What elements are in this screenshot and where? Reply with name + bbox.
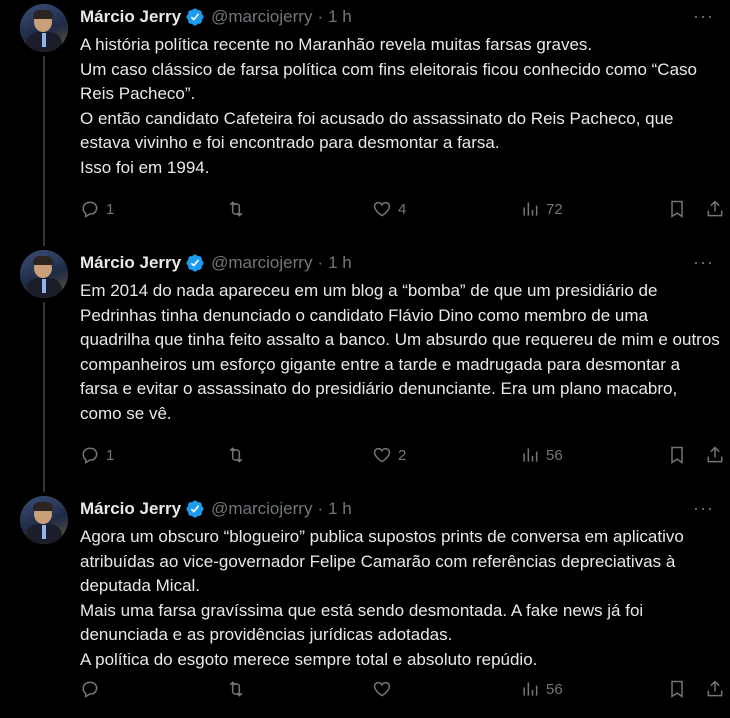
reply-icon <box>82 447 98 464</box>
separator-dot: · <box>317 499 324 518</box>
tweet-actions: 56 <box>80 678 730 700</box>
tweet-text: Agora um obscuro “blogueiro” publica sup… <box>80 525 720 672</box>
tweet-text: A história política recente no Maranhão … <box>80 33 720 180</box>
tweet-header: Márcio Jerry @marciojerry · 1 h ··· <box>80 6 718 28</box>
thread-line <box>43 302 45 492</box>
tweet-paragraph: O então candidato Cafeteira foi acusado … <box>80 108 674 153</box>
more-options-icon[interactable]: ··· <box>693 498 714 519</box>
like-button[interactable]: 2 <box>372 445 406 465</box>
tweet-actions: 1 2 56 <box>80 444 730 466</box>
reply-count: 1 <box>106 446 115 464</box>
like-button[interactable] <box>372 679 398 699</box>
retweet-button[interactable] <box>226 679 252 699</box>
avatar[interactable] <box>20 250 68 298</box>
heart-icon <box>373 681 391 697</box>
tweet-header: Márcio Jerry @marciojerry · 1 h ··· <box>80 252 718 274</box>
share-button[interactable] <box>705 679 725 699</box>
author-name[interactable]: Márcio Jerry <box>80 253 181 273</box>
tweet-paragraph: Em 2014 do nada apareceu em um blog a “b… <box>80 281 720 423</box>
share-button[interactable] <box>705 445 725 465</box>
reply-count: 1 <box>106 200 115 218</box>
tweet[interactable]: Márcio Jerry @marciojerry · 1 h ··· Em 2… <box>0 246 730 492</box>
reply-button[interactable]: 1 <box>80 199 114 219</box>
share-icon <box>707 446 723 463</box>
views-icon <box>523 202 538 216</box>
share-icon <box>707 680 723 697</box>
reply-button[interactable] <box>80 679 106 699</box>
bookmark-button[interactable] <box>667 445 687 465</box>
share-icon <box>707 200 723 217</box>
views-icon <box>523 448 538 462</box>
author-name[interactable]: Márcio Jerry <box>80 7 181 27</box>
tweet-paragraph: Mais uma farsa gravíssima que está sendo… <box>80 600 644 645</box>
retweet-button[interactable] <box>226 445 252 465</box>
bookmark-button[interactable] <box>667 679 687 699</box>
author-handle[interactable]: @marciojerry <box>211 7 312 27</box>
like-count: 2 <box>398 446 407 464</box>
tweet[interactable]: Márcio Jerry @marciojerry · 1 h ··· A hi… <box>0 0 730 246</box>
bookmark-icon <box>671 200 683 218</box>
tweet-paragraph: A política do esgoto merece sempre total… <box>80 649 538 669</box>
views-icon <box>523 682 538 696</box>
reply-icon <box>82 201 98 218</box>
separator-dot: · <box>317 253 324 272</box>
tweet-paragraph: Um caso clássico de farsa política com f… <box>80 59 697 104</box>
avatar[interactable] <box>20 4 68 52</box>
more-options-icon[interactable]: ··· <box>693 252 714 273</box>
views-count: 56 <box>546 680 563 698</box>
views-button[interactable]: 56 <box>520 679 563 699</box>
heart-icon <box>373 447 391 463</box>
views-count: 56 <box>546 446 563 464</box>
retweet-button[interactable] <box>226 199 252 219</box>
reply-icon <box>82 681 98 698</box>
tweet-paragraph: Isso foi em 1994. <box>80 157 210 177</box>
heart-icon <box>373 201 391 217</box>
timestamp[interactable]: 1 h <box>328 499 352 519</box>
bookmark-button[interactable] <box>667 199 687 219</box>
tweet-paragraph: A história política recente no Maranhão … <box>80 35 593 54</box>
thread-line <box>43 56 45 246</box>
tweet-header: Márcio Jerry @marciojerry · 1 h ··· <box>80 498 718 520</box>
reply-button[interactable]: 1 <box>80 445 114 465</box>
bookmark-icon <box>671 680 683 698</box>
tweet-actions: 1 4 72 <box>80 198 730 220</box>
author-handle[interactable]: @marciojerry <box>211 499 312 519</box>
views-button[interactable]: 56 <box>520 445 563 465</box>
retweet-icon <box>229 201 243 217</box>
views-button[interactable]: 72 <box>520 199 563 219</box>
bookmark-icon <box>671 446 683 464</box>
avatar[interactable] <box>20 496 68 544</box>
timestamp[interactable]: 1 h <box>328 253 352 273</box>
verified-badge-icon <box>186 500 204 518</box>
more-options-icon[interactable]: ··· <box>693 6 714 27</box>
timestamp[interactable]: 1 h <box>328 7 352 27</box>
separator-dot: · <box>317 7 324 26</box>
verified-badge-icon <box>186 254 204 272</box>
verified-badge-icon <box>186 8 204 26</box>
tweet[interactable]: Márcio Jerry @marciojerry · 1 h ··· Agor… <box>0 492 730 718</box>
retweet-icon <box>229 447 243 463</box>
views-count: 72 <box>546 200 563 218</box>
retweet-icon <box>229 681 243 697</box>
timeline: Márcio Jerry @marciojerry · 1 h ··· A hi… <box>0 0 730 718</box>
tweet-text: Em 2014 do nada apareceu em um blog a “b… <box>80 279 720 426</box>
share-button[interactable] <box>705 199 725 219</box>
like-count: 4 <box>398 200 407 218</box>
author-handle[interactable]: @marciojerry <box>211 253 312 273</box>
tweet-paragraph: Agora um obscuro “blogueiro” publica sup… <box>80 527 684 595</box>
author-name[interactable]: Márcio Jerry <box>80 499 181 519</box>
like-button[interactable]: 4 <box>372 199 406 219</box>
